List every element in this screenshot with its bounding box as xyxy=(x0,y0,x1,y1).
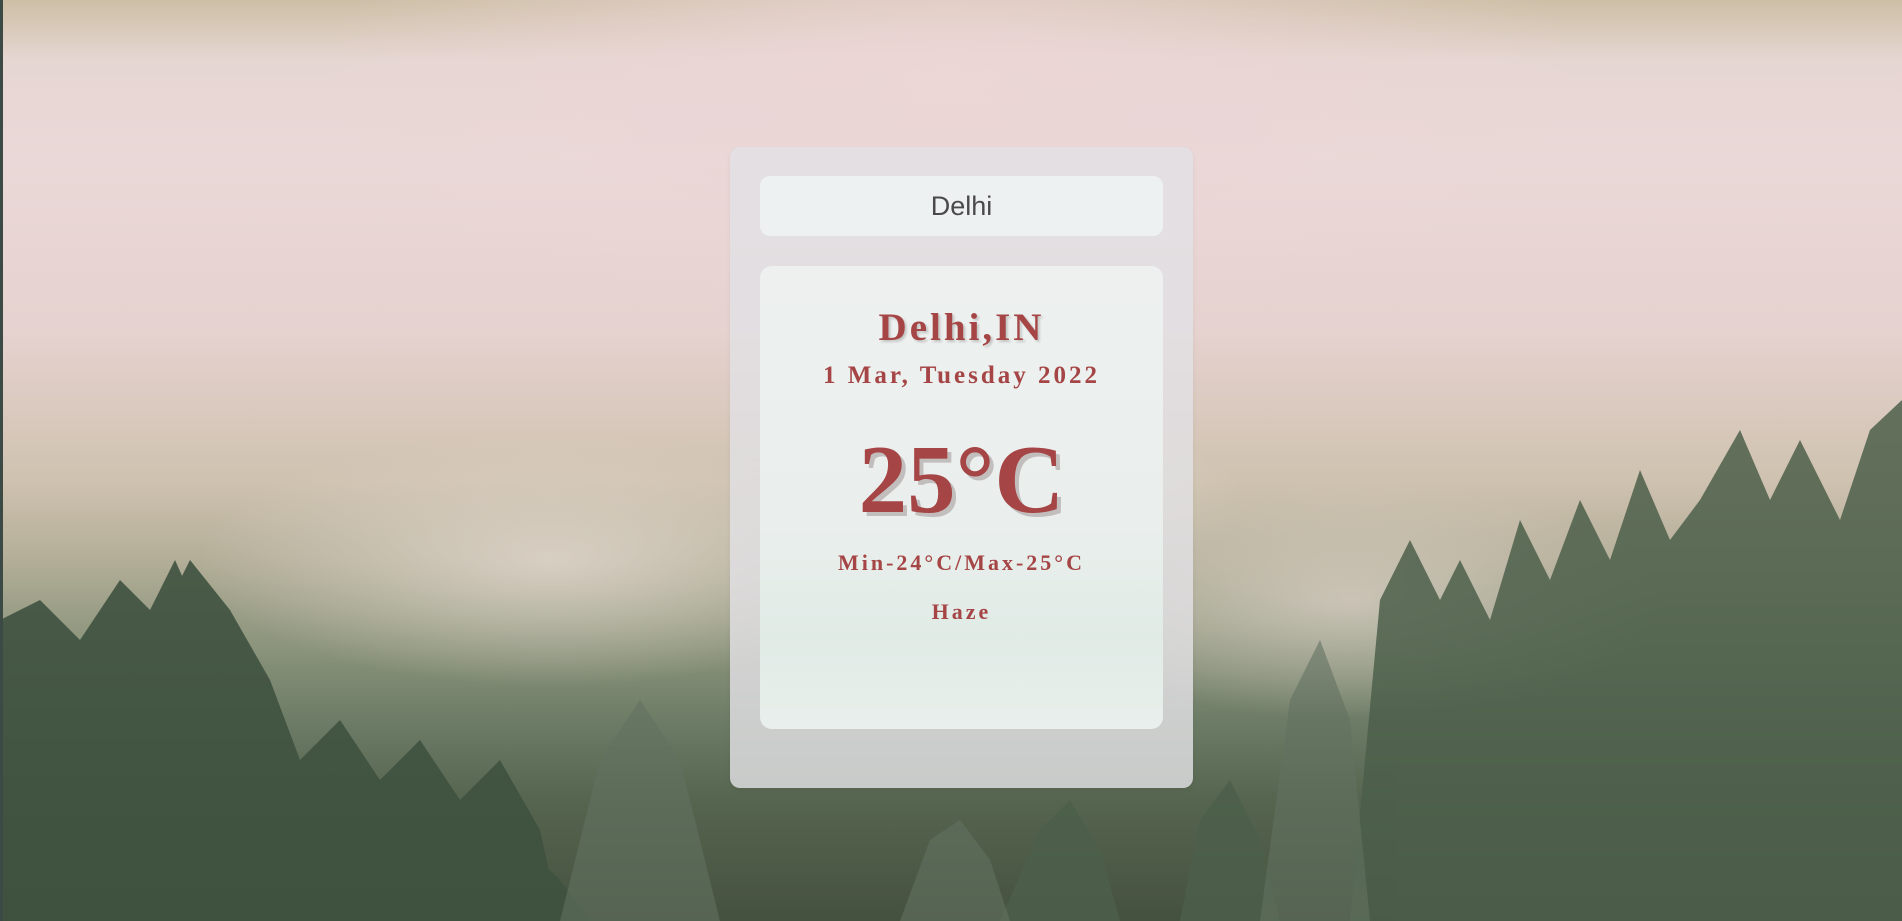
date-label: 1 Mar, Tuesday 2022 xyxy=(823,362,1100,389)
city-search-input[interactable] xyxy=(760,176,1163,236)
temperature-value: 25°C xyxy=(858,426,1065,533)
weather-card: Delhi,IN 1 Mar, Tuesday 2022 25°C Min-24… xyxy=(760,266,1163,729)
left-edge xyxy=(0,0,3,921)
location-label: Delhi,IN xyxy=(878,306,1045,349)
weather-condition: Haze xyxy=(931,599,992,624)
min-max-temperature: Min-24°C/Max-25°C xyxy=(837,550,1085,575)
weather-panel: Delhi,IN 1 Mar, Tuesday 2022 25°C Min-24… xyxy=(730,147,1193,788)
